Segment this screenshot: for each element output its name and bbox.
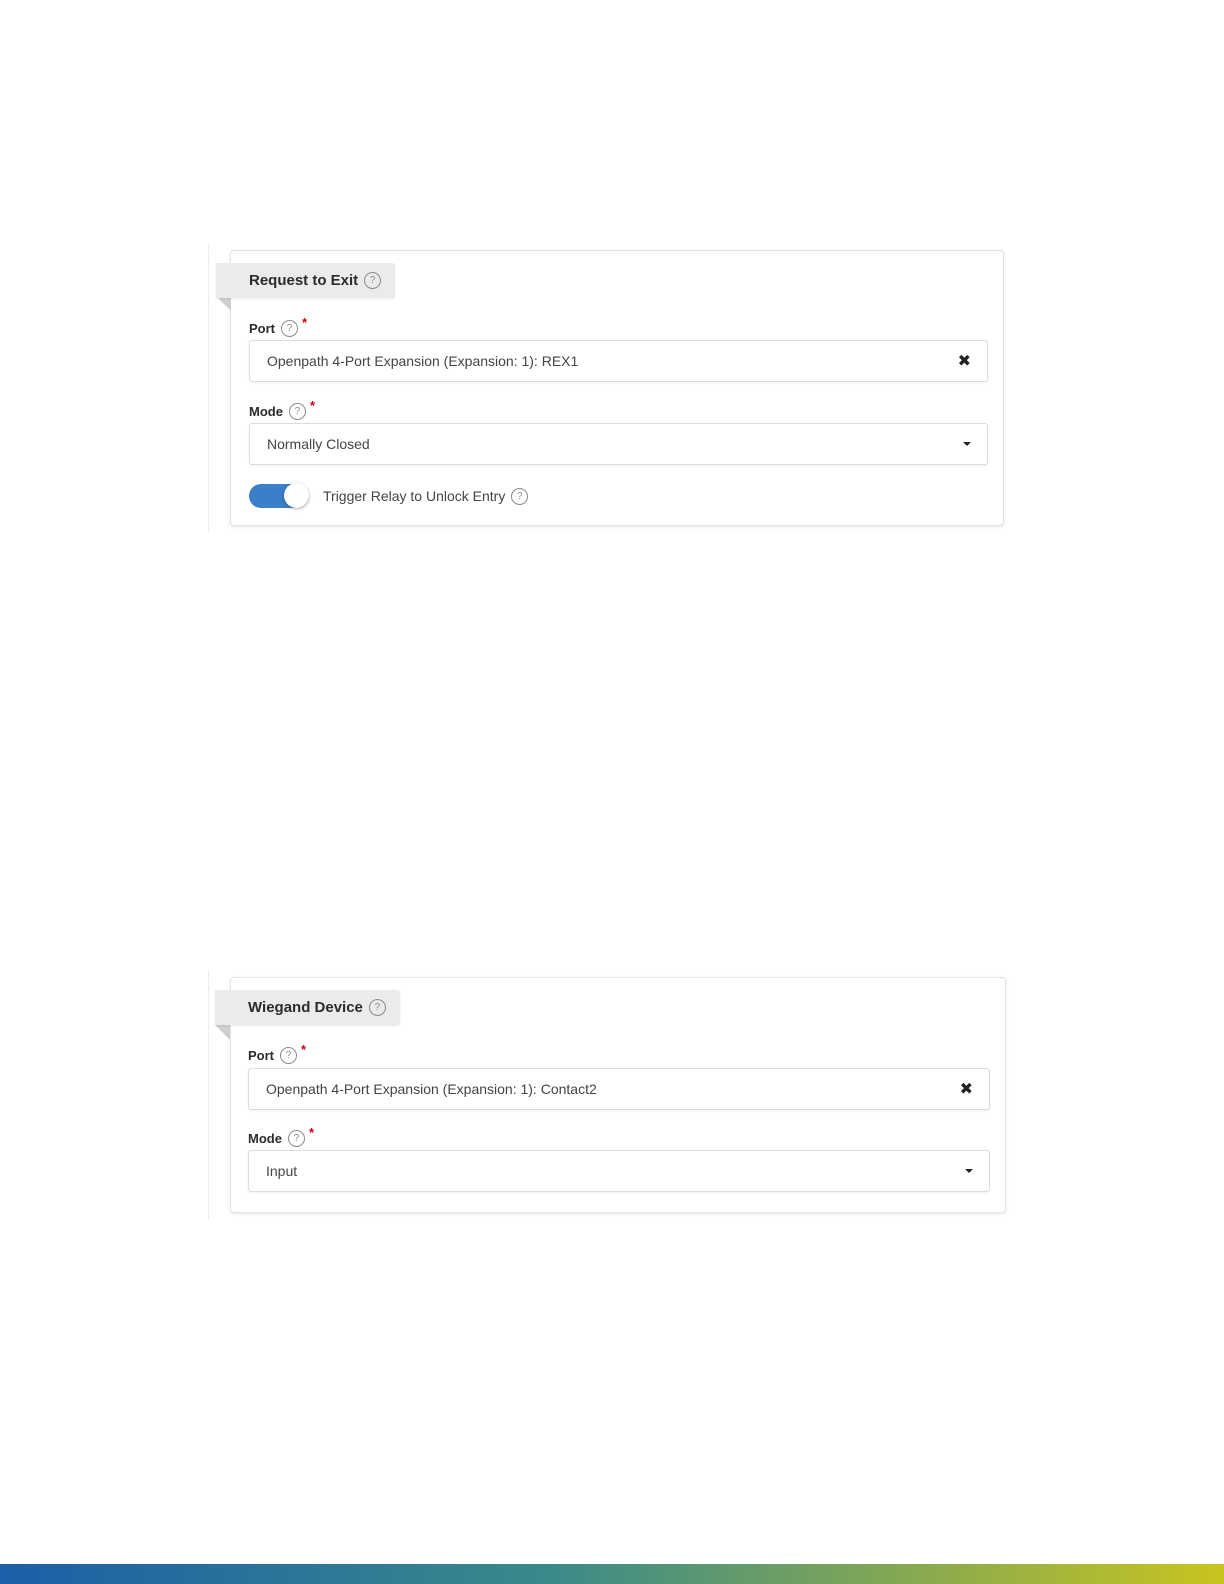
rte-mode-label-text: Mode <box>249 404 283 419</box>
trigger-relay-label-text: Trigger Relay to Unlock Entry <box>323 488 506 504</box>
rte-port-value: Openpath 4-Port Expansion (Expansion: 1)… <box>267 353 579 369</box>
rte-port-label: Port ? * <box>249 315 307 337</box>
rte-port-label-text: Port <box>249 321 275 336</box>
help-icon[interactable]: ? <box>511 487 529 505</box>
wd-mode-select[interactable]: Input <box>248 1150 990 1192</box>
chevron-down-icon[interactable] <box>963 442 971 446</box>
clear-icon[interactable]: ✖ <box>960 1079 973 1099</box>
wd-mode-label-text: Mode <box>248 1131 282 1146</box>
wiegand-device-title: Wiegand Device <box>248 999 363 1016</box>
rte-mode-select[interactable]: Normally Closed <box>249 423 988 465</box>
clear-icon[interactable]: ✖ <box>958 351 971 371</box>
wd-port-label-text: Port <box>248 1048 274 1063</box>
help-icon[interactable]: ? <box>287 1130 305 1147</box>
help-icon[interactable]: ? <box>281 320 298 337</box>
help-icon[interactable]: ? <box>364 272 382 289</box>
request-to-exit-title: Request to Exit <box>249 272 359 289</box>
required-marker: * <box>308 1125 315 1140</box>
rte-port-select[interactable]: Openpath 4-Port Expansion (Expansion: 1)… <box>249 340 988 382</box>
wd-port-select[interactable]: Openpath 4-Port Expansion (Expansion: 1)… <box>248 1068 990 1110</box>
wd-port-value: Openpath 4-Port Expansion (Expansion: 1)… <box>266 1081 597 1097</box>
request-to-exit-tab-fold <box>216 296 231 311</box>
trigger-relay-label: Trigger Relay to Unlock Entry ? <box>323 486 529 506</box>
help-icon[interactable]: ? <box>288 403 306 420</box>
footer-gradient-bar <box>0 1564 1224 1584</box>
required-marker: * <box>302 315 308 330</box>
help-icon[interactable]: ? <box>368 999 386 1016</box>
required-marker: * <box>301 1042 307 1057</box>
wiegand-device-tab-fold <box>215 1025 230 1040</box>
card-left-edge <box>208 243 209 533</box>
wd-mode-value: Input <box>266 1163 298 1179</box>
rte-mode-value: Normally Closed <box>267 436 370 452</box>
rte-mode-label: Mode ? * <box>249 398 315 420</box>
wiegand-device-header: Wiegand Device ? <box>215 990 400 1025</box>
wd-port-label: Port ? * <box>248 1042 306 1064</box>
request-to-exit-header: Request to Exit ? <box>216 263 396 298</box>
wd-mode-label: Mode ? * <box>248 1125 314 1147</box>
card-left-edge <box>208 970 209 1220</box>
toggle-knob <box>284 483 309 508</box>
chevron-down-icon[interactable] <box>965 1169 973 1173</box>
required-marker: * <box>309 398 316 413</box>
help-icon[interactable]: ? <box>280 1047 297 1064</box>
trigger-relay-toggle[interactable] <box>249 483 309 508</box>
